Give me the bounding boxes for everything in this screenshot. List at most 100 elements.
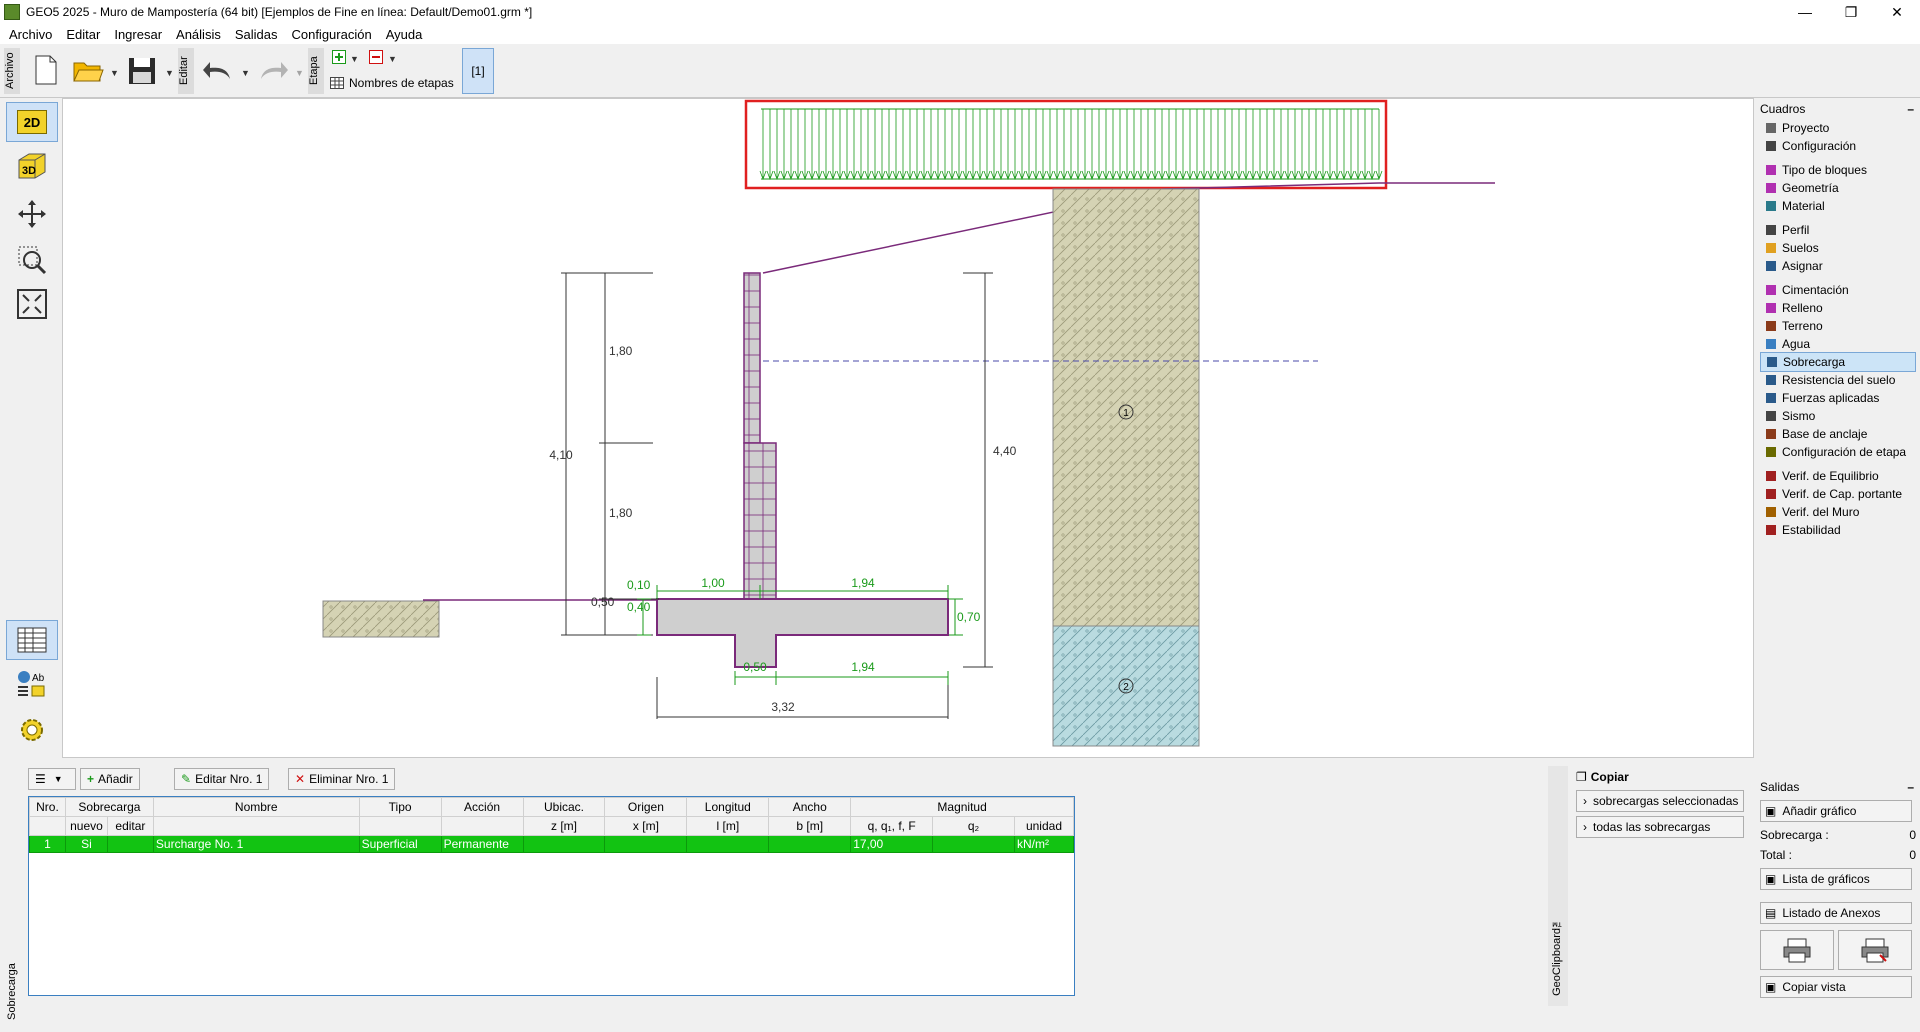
graphics-list-button[interactable]: ▣ Lista de gráficos xyxy=(1760,868,1912,890)
add-stage-button[interactable] xyxy=(330,49,348,65)
table-row[interactable]: 1 Si Surcharge No. 1 Superficial Permane… xyxy=(29,835,1075,853)
table-view-dropdown[interactable]: ☰ ▼ xyxy=(28,768,76,790)
rp-item-sismo[interactable]: Sismo xyxy=(1760,406,1916,426)
settings-button[interactable] xyxy=(6,710,58,750)
collapse-icon[interactable]: – xyxy=(1907,102,1914,116)
chevron-down-icon: ▼ xyxy=(53,774,63,784)
rp-item-resistencia-del-suelo[interactable]: Resistencia del suelo xyxy=(1760,370,1916,390)
zoom-extents-button[interactable] xyxy=(6,284,58,324)
rp-item-terreno[interactable]: Terreno xyxy=(1760,316,1916,336)
rp-item-estabilidad[interactable]: Estabilidad xyxy=(1760,520,1916,540)
rp-item-agua[interactable]: Agua xyxy=(1760,334,1916,354)
new-file-button[interactable] xyxy=(30,52,62,88)
rp-item-verif-de-cap-portante[interactable]: Verif. de Cap. portante xyxy=(1760,484,1916,504)
cell-accion: Permanente xyxy=(440,835,524,853)
add-graphic-button[interactable]: ▣ Añadir gráfico xyxy=(1760,800,1912,822)
cell-nuevo: Si xyxy=(64,835,108,853)
view-3d-button[interactable]: 3D xyxy=(6,146,58,186)
list-icon: ☰ xyxy=(35,772,46,786)
restore-button[interactable]: ❐ xyxy=(1828,0,1874,24)
rp-item-material[interactable]: Material xyxy=(1760,196,1916,216)
remove-stage-button[interactable] xyxy=(367,49,385,65)
stage-names-button[interactable]: Nombres de etapas xyxy=(330,74,460,92)
collapse-icon[interactable]: – xyxy=(1907,780,1914,794)
rp-item-suelos[interactable]: Suelos xyxy=(1760,238,1916,258)
open-file-button[interactable] xyxy=(70,54,106,88)
add-stage-dropdown-icon[interactable]: ▼ xyxy=(350,54,359,64)
rp-item-proyecto[interactable]: Proyecto xyxy=(1760,118,1916,138)
rp-item-asignar[interactable]: Asignar xyxy=(1760,256,1916,276)
rp-item-perfil[interactable]: Perfil xyxy=(1760,220,1916,240)
col-nombre: Nombre xyxy=(152,797,360,817)
surcharge-arrow xyxy=(1305,109,1313,181)
redo-dropdown-icon[interactable]: ▼ xyxy=(295,68,304,78)
rp-item-configuración-de-etapa[interactable]: Configuración de etapa xyxy=(1760,442,1916,462)
surcharge-load[interactable] xyxy=(744,99,1388,190)
menu-ingresar[interactable]: Ingresar xyxy=(109,27,171,42)
menu-configuracion[interactable]: Configuración xyxy=(286,27,380,42)
surcharge-arrow xyxy=(1340,109,1348,181)
col-accion: Acción xyxy=(440,797,524,817)
masonry-wall[interactable] xyxy=(656,272,949,668)
geoclipboard-label: GeoClipboard™ xyxy=(1551,916,1563,996)
stage-1-button[interactable]: [1] xyxy=(462,48,494,94)
surcharge-arrow xyxy=(1235,109,1243,181)
print-button[interactable] xyxy=(1760,930,1834,970)
rp-item-cimentación[interactable]: Cimentación xyxy=(1760,280,1916,300)
menu-salidas[interactable]: Salidas xyxy=(230,27,287,42)
window-title: GEO5 2025 - Muro de Mampostería (64 bit)… xyxy=(26,5,533,19)
delete-button[interactable]: ✕ Eliminar Nro. 1 xyxy=(288,768,396,790)
surcharge-arrow xyxy=(1116,109,1124,181)
surcharge-arrow xyxy=(1333,109,1341,181)
rp-item-verif-del-muro[interactable]: Verif. del Muro xyxy=(1760,502,1916,522)
print-export-button[interactable] xyxy=(1838,930,1912,970)
tables-view-button[interactable] xyxy=(6,620,58,660)
pan-button[interactable] xyxy=(6,194,58,234)
copy-all-button[interactable]: › todas las sobrecargas xyxy=(1576,816,1744,838)
menu-analisis[interactable]: Análisis xyxy=(171,27,230,42)
drawing-canvas[interactable]: 1 2 1,80 1,80 4,10 4,40 0,50 3,32 1,00 1… xyxy=(62,98,1754,758)
col-magnitud: Magnitud xyxy=(850,797,1074,817)
front-soil-block xyxy=(322,600,440,638)
close-button[interactable]: ✕ xyxy=(1874,0,1920,24)
rp-item-label: Perfil xyxy=(1782,223,1810,237)
undo-button[interactable] xyxy=(200,56,236,86)
surcharge-count-label: Sobrecarga : xyxy=(1760,828,1829,842)
save-dropdown-icon[interactable]: ▼ xyxy=(165,68,174,78)
main-toolbar: Archivo ▼ ▼ Editar ▼ ▼ Etapa ▼ ▼ Nombres… xyxy=(0,44,1920,98)
open-dropdown-icon[interactable]: ▼ xyxy=(110,68,119,78)
col-nro: Nro. xyxy=(29,797,66,817)
add-button[interactable]: + Añadir xyxy=(80,768,140,790)
minimize-button[interactable]: — xyxy=(1782,0,1828,24)
remove-stage-dropdown-icon[interactable]: ▼ xyxy=(388,54,397,64)
rp-item-label: Terreno xyxy=(1782,319,1823,333)
rp-item-tipo-de-bloques[interactable]: Tipo de bloques xyxy=(1760,160,1916,180)
copy-view-label: Copiar vista xyxy=(1782,980,1846,994)
rp-item-base-de-anclaje[interactable]: Base de anclaje xyxy=(1760,424,1916,444)
copy-view-button[interactable]: ▣ Copiar vista xyxy=(1760,976,1912,998)
rp-item-fuerzas-aplicadas[interactable]: Fuerzas aplicadas xyxy=(1760,388,1916,408)
view-2d-icon: 2D xyxy=(17,110,47,134)
menu-ayuda[interactable]: Ayuda xyxy=(381,27,432,42)
dim-top-100: 1,00 xyxy=(701,576,725,590)
rp-item-configuración[interactable]: Configuración xyxy=(1760,136,1916,156)
menu-editar[interactable]: Editar xyxy=(61,27,109,42)
dim-040: 0,40 xyxy=(627,600,651,614)
rp-item-relleno[interactable]: Relleno xyxy=(1760,298,1916,318)
save-button[interactable] xyxy=(124,54,160,88)
annex-list-button[interactable]: ▤ Listado de Anexos xyxy=(1760,902,1912,924)
rp-item-verif-de-equilibrio[interactable]: Verif. de Equilibrio xyxy=(1760,466,1916,486)
menu-archivo[interactable]: Archivo xyxy=(4,27,61,42)
rp-item-sobrecarga[interactable]: Sobrecarga xyxy=(1760,352,1916,372)
copy-selected-button[interactable]: › sobrecargas seleccionadas xyxy=(1576,790,1744,812)
styles-button[interactable]: Ab xyxy=(6,664,58,704)
rp-item-geometría[interactable]: Geometría xyxy=(1760,178,1916,198)
view-2d-button[interactable]: 2D xyxy=(6,102,58,142)
edit-button[interactable]: ✎ Editar Nro. 1 xyxy=(174,768,270,790)
surcharge-arrow xyxy=(1228,109,1236,181)
undo-dropdown-icon[interactable]: ▼ xyxy=(241,68,250,78)
redo-button[interactable] xyxy=(255,56,291,86)
zoom-window-button[interactable] xyxy=(6,240,58,280)
zoom-magnifier-icon xyxy=(18,246,47,275)
sub-q2: q₂ xyxy=(932,816,1015,836)
